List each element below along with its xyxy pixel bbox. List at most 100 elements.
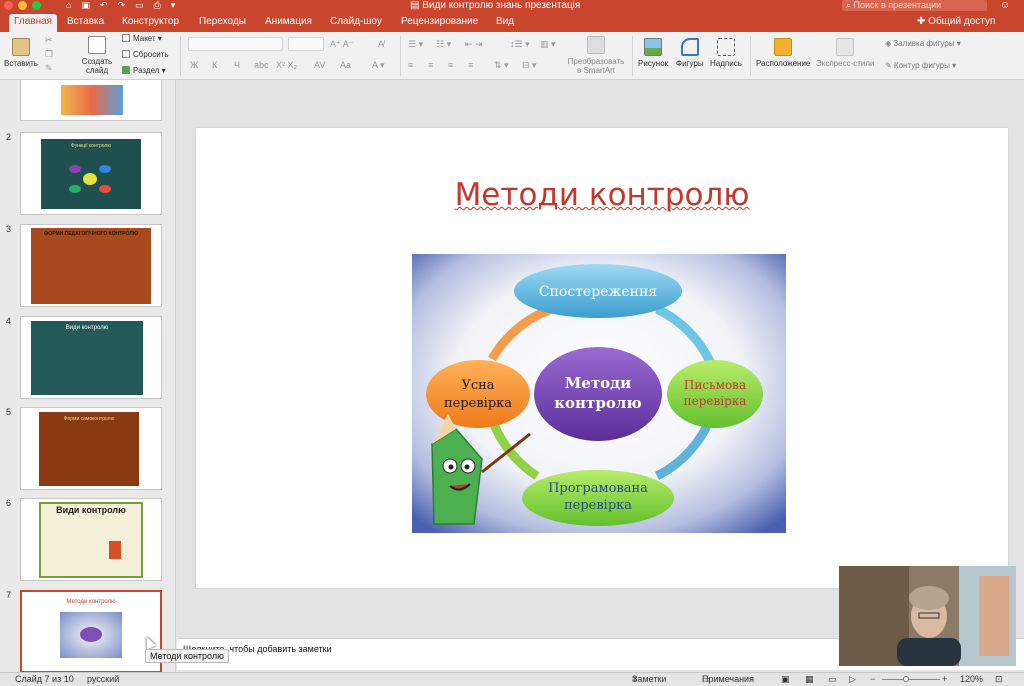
bullets-icon[interactable]: ☰ ▾ — [408, 38, 423, 50]
picture-button[interactable]: Рисунок — [638, 38, 668, 68]
columns-icon[interactable]: ▥ ▾ — [540, 38, 556, 50]
undo-icon[interactable]: ↶ — [100, 0, 108, 11]
slide-thumbnail-pane[interactable]: 2 Функції контролю 3 ФОРМИ ПЕДАГОГІЧНОГО… — [0, 80, 176, 672]
change-case-icon[interactable]: Aa — [340, 59, 351, 71]
save-icon[interactable]: ▣ — [81, 0, 90, 11]
tab-review[interactable]: Рецензирование — [401, 15, 478, 29]
feedback-icon[interactable]: ☺ — [1000, 0, 1010, 11]
clear-format-icon[interactable]: A̸ — [378, 38, 384, 50]
tab-animations[interactable]: Анимация — [265, 15, 312, 29]
tab-view[interactable]: Вид — [496, 15, 514, 29]
node-programmed-check[interactable]: Програмована перевірка — [522, 470, 674, 526]
present-icon[interactable]: ▭ — [135, 0, 144, 11]
font-size-select[interactable] — [288, 37, 324, 51]
reset-button[interactable]: Сбросить — [122, 50, 169, 60]
increase-font-icon[interactable]: A⁺ A⁻ — [330, 38, 354, 50]
textbox-icon — [716, 38, 735, 56]
slide-number: 4 — [6, 316, 12, 326]
tab-slideshow[interactable]: Слайд-шоу — [330, 15, 382, 29]
close-window-button[interactable] — [4, 1, 13, 10]
current-slide[interactable]: Методи контролю Спостереження Усна перев… — [196, 128, 1008, 588]
minimize-window-button[interactable] — [18, 1, 27, 10]
slide-editor-canvas[interactable]: Методи контролю Спостереження Усна перев… — [177, 80, 1024, 638]
node-written-check[interactable]: Письмова перевірка — [667, 360, 763, 428]
copy-icon[interactable]: ❐ — [45, 48, 53, 60]
quick-styles-button[interactable]: Экспресс-стили — [816, 38, 875, 68]
cut-icon[interactable]: ✂ — [45, 34, 53, 46]
home-icon[interactable]: ⌂ — [66, 0, 71, 11]
search-input[interactable]: ⌕ Поиск в презентации — [842, 0, 987, 11]
fit-slide-icon[interactable]: ⊡ — [995, 673, 1003, 686]
slide-thumbnail[interactable]: Функції контролю — [20, 132, 162, 215]
print-icon[interactable]: ⎙ — [154, 0, 161, 11]
slide-2-node — [99, 165, 111, 173]
node-center-methods[interactable]: Методи контролю — [534, 347, 662, 441]
slide-thumbnail[interactable]: Форми самоконтролю — [20, 407, 162, 490]
numbering-icon[interactable]: ☷ ▾ — [436, 38, 451, 50]
slide-3-background — [31, 228, 151, 304]
normal-view-icon[interactable]: ▣ — [781, 673, 790, 686]
share-button[interactable]: ✚ Общий доступ — [917, 15, 995, 29]
pen-icon: ✎ — [885, 61, 894, 70]
line-spacing-icon[interactable]: ↕☰ ▾ — [510, 38, 530, 50]
slide-sorter-icon[interactable]: ▦ — [805, 673, 814, 686]
reading-view-icon[interactable]: ▭ — [828, 673, 837, 686]
layout-icon — [122, 34, 130, 42]
slide-title[interactable]: Методи контролю — [196, 177, 1008, 213]
tab-insert[interactable]: Вставка — [67, 15, 104, 29]
justify-icon[interactable]: ≡ — [468, 59, 473, 71]
align-text-icon[interactable]: ⊟ ▾ — [522, 59, 537, 71]
superscript-icon[interactable]: X² X₂ — [276, 59, 297, 71]
methods-diagram[interactable]: Спостереження Усна перевірка Методи конт… — [412, 254, 786, 533]
strikethrough-icon[interactable]: abc — [254, 59, 269, 71]
node-oral-check[interactable]: Усна перевірка — [426, 360, 530, 428]
textbox-button[interactable]: Надпись — [710, 38, 742, 68]
format-painter-icon[interactable]: ✎ — [45, 62, 53, 74]
redo-icon[interactable]: ↷ — [118, 0, 126, 11]
slide-thumbnail[interactable]: Види контролю — [20, 316, 162, 399]
shapes-button[interactable]: Фигуры — [676, 38, 704, 68]
italic-icon[interactable]: К — [212, 59, 217, 71]
slide-thumbnail-selected[interactable]: Методи контролю — [20, 590, 162, 672]
new-slide-button[interactable]: Создать слайд — [80, 36, 114, 75]
shape-fill-button[interactable]: ◈ Заливка фигуры ▾ — [885, 39, 961, 49]
slide-thumbnail[interactable]: Види контролю — [20, 498, 162, 581]
more-icon[interactable]: ▾ — [171, 0, 176, 11]
zoom-level[interactable]: 120% — [960, 673, 983, 686]
zoom-window-button[interactable] — [32, 1, 41, 10]
zoom-in-icon[interactable]: + — [942, 673, 947, 686]
slide-thumbnail[interactable]: ФОРМИ ПЕДАГОГІЧНОГО КОНТРОЛЮ — [20, 224, 162, 307]
window-controls — [4, 1, 41, 10]
slide-2-title: Функції контролю — [70, 143, 112, 149]
quick-access-toolbar: ⌂ ▣ ↶ ↷ ▭ ⎙ ▾ — [66, 0, 175, 11]
node-observation[interactable]: Спостереження — [514, 264, 682, 318]
paste-button[interactable]: Вставить — [4, 38, 38, 68]
bold-icon[interactable]: Ж — [190, 59, 198, 71]
slideshow-view-icon[interactable]: ▷ — [849, 673, 856, 686]
document-title: ▤ Види контролю знань презентація — [410, 0, 581, 11]
underline-icon[interactable]: Ч — [234, 59, 240, 71]
zoom-out-icon[interactable]: − — [870, 673, 875, 686]
align-right-icon[interactable]: ≡ — [448, 59, 453, 71]
tab-home[interactable]: Главная — [9, 14, 58, 32]
font-color-icon[interactable]: A ▾ — [372, 59, 385, 71]
language-indicator[interactable]: русский — [87, 673, 119, 686]
align-left-icon[interactable]: ≡ — [408, 59, 413, 71]
zoom-slider-thumb[interactable] — [903, 676, 909, 682]
shape-outline-button[interactable]: ✎ Контур фигуры ▾ — [885, 61, 956, 71]
tab-transitions[interactable]: Переходы — [199, 15, 246, 29]
align-center-icon[interactable]: ≡ — [428, 59, 433, 71]
zoom-slider[interactable] — [882, 679, 940, 680]
text-direction-icon[interactable]: ⇅ ▾ — [494, 59, 509, 71]
convert-smartart-button[interactable]: Преобразовать в SmartArt — [566, 36, 626, 75]
tab-design[interactable]: Конструктор — [122, 15, 179, 29]
new-slide-icon — [88, 36, 106, 54]
indent-icon[interactable]: ⇤ ⇥ — [465, 38, 483, 50]
char-spacing-icon[interactable]: AV — [314, 59, 325, 71]
section-button[interactable]: Раздел ▾ — [122, 66, 166, 76]
slide-thumbnail[interactable] — [20, 80, 162, 121]
webcam-person-image — [839, 566, 1016, 666]
font-family-select[interactable] — [188, 37, 283, 51]
arrange-button[interactable]: Расположение — [756, 38, 810, 68]
layout-button[interactable]: Макет ▾ — [122, 34, 162, 44]
